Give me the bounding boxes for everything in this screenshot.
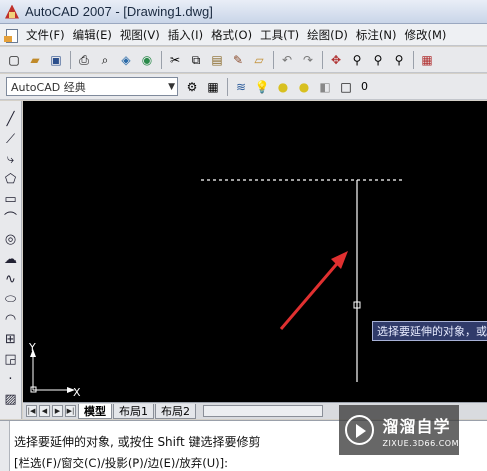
- workspace-value: AutoCAD 经典: [11, 80, 86, 94]
- insert-block-icon[interactable]: ⊞: [2, 329, 20, 349]
- zoom-window-icon[interactable]: ⚲: [370, 52, 386, 68]
- plot-icon[interactable]: ⎙: [76, 52, 92, 68]
- tab-model[interactable]: 模型: [78, 403, 112, 419]
- watermark: 溜溜自学 ZIXUE.3D66.COM: [339, 405, 459, 455]
- title-bar: AutoCAD 2007 - [Drawing1.dwg]: [0, 0, 487, 24]
- ellipse-icon[interactable]: ⬭: [2, 289, 20, 309]
- polygon-icon[interactable]: ⬠: [2, 169, 20, 189]
- chevron-down-icon[interactable]: ▼: [168, 82, 175, 92]
- toolbar-separator: [413, 50, 414, 69]
- command-history-line: 选择要延伸的对象, 或按住 Shift 键选择要修剪: [14, 435, 261, 449]
- play-logo-icon: [345, 415, 375, 445]
- undo-icon[interactable]: ↶: [279, 52, 295, 68]
- spline-icon[interactable]: ∿: [2, 269, 20, 289]
- my-workspace-icon[interactable]: ▦: [205, 79, 221, 95]
- command-tooltip: 选择要延伸的对象，或: [372, 321, 487, 341]
- paste-icon[interactable]: ▤: [209, 52, 225, 68]
- document-icon[interactable]: [4, 28, 18, 43]
- standard-toolbar: ▢ ▰ ▣ ⎙ ⌕ ◈ ◉ ✂ ⧉ ▤ ✎ ▱ ↶ ↷ ✥ ⚲ ⚲ ⚲ ▦: [0, 47, 487, 73]
- ucs-x-label: X: [73, 386, 81, 399]
- ellipse-arc-icon[interactable]: ◠: [2, 309, 20, 329]
- circle-icon[interactable]: ◎: [2, 229, 20, 249]
- menu-format[interactable]: 格式(O): [207, 27, 256, 43]
- autocad-logo-icon: [4, 4, 20, 20]
- polyline-icon[interactable]: ⤷: [2, 149, 20, 169]
- draw-toolbar: ╱ ⟋ ⤷ ⬠ ▭ ⌒ ◎ ☁ ∿ ⬭ ◠ ⊞ ◲ · ▨: [0, 101, 22, 419]
- canvas-drawing: [30, 179, 405, 393]
- toolbar-separator: [70, 50, 71, 69]
- 3d-dwf-icon[interactable]: ◉: [139, 52, 155, 68]
- pan-icon[interactable]: ✥: [328, 52, 344, 68]
- menu-insert[interactable]: 插入(I): [164, 27, 207, 43]
- drawing-canvas[interactable]: 选择要延伸的对象，或 Y X: [23, 101, 487, 402]
- block-editor-icon[interactable]: ▱: [251, 52, 267, 68]
- save-icon[interactable]: ▣: [48, 52, 64, 68]
- layer-plot-icon[interactable]: ◧: [317, 79, 333, 95]
- ucs-y-label: Y: [29, 341, 36, 354]
- publish-icon[interactable]: ◈: [118, 52, 134, 68]
- properties-icon[interactable]: ▦: [419, 52, 435, 68]
- layer-freeze-icon[interactable]: ●: [275, 79, 291, 95]
- copy-icon[interactable]: ⧉: [188, 52, 204, 68]
- menu-bar: 文件(F) 编辑(E) 视图(V) 插入(I) 格式(O) 工具(T) 绘图(D…: [0, 24, 487, 46]
- tab-layout1[interactable]: 布局1: [113, 403, 154, 419]
- make-block-icon[interactable]: ◲: [2, 349, 20, 369]
- workspace-dropdown[interactable]: AutoCAD 经典 ▼: [6, 77, 178, 96]
- redo-icon[interactable]: ↷: [300, 52, 316, 68]
- toolbar-separator: [227, 77, 228, 96]
- point-icon[interactable]: ·: [2, 369, 20, 389]
- zoom-realtime-icon[interactable]: ⚲: [349, 52, 365, 68]
- layer-on-icon[interactable]: 💡: [254, 79, 270, 95]
- hatch-icon[interactable]: ▨: [2, 389, 20, 409]
- menu-draw[interactable]: 绘图(D): [303, 27, 352, 43]
- watermark-subtitle: ZIXUE.3D66.COM: [382, 438, 459, 448]
- layer-value[interactable]: 0: [361, 80, 368, 93]
- first-tab-icon[interactable]: |◀: [26, 405, 37, 417]
- line-icon[interactable]: ╱: [2, 109, 20, 129]
- layer-manager-icon[interactable]: ≋: [233, 79, 249, 95]
- match-properties-icon[interactable]: ✎: [230, 52, 246, 68]
- command-window-grip[interactable]: [0, 421, 10, 471]
- construction-line-icon[interactable]: ⟋: [2, 129, 20, 149]
- workspace-settings-icon[interactable]: ⚙: [184, 79, 200, 95]
- open-icon[interactable]: ▰: [27, 52, 43, 68]
- command-prompt-line[interactable]: [栏选(F)/窗交(C)/投影(P)/边(E)/放弃(U)]:: [14, 455, 228, 471]
- layer-lock-icon[interactable]: ●: [296, 79, 312, 95]
- toolbar-separator: [161, 50, 162, 69]
- menu-file[interactable]: 文件(F): [22, 27, 69, 43]
- zoom-previous-icon[interactable]: ⚲: [391, 52, 407, 68]
- prev-tab-icon[interactable]: ◀: [39, 405, 50, 417]
- rectangle-icon[interactable]: ▭: [2, 189, 20, 209]
- toolbar-separator: [273, 50, 274, 69]
- tab-layout2[interactable]: 布局2: [155, 403, 196, 419]
- cut-icon[interactable]: ✂: [167, 52, 183, 68]
- menu-edit[interactable]: 编辑(E): [69, 27, 116, 43]
- new-icon[interactable]: ▢: [6, 52, 22, 68]
- red-arrow-shaft: [279, 258, 343, 330]
- menu-modify[interactable]: 修改(M): [401, 27, 451, 43]
- menu-view[interactable]: 视图(V): [116, 27, 164, 43]
- window-title: AutoCAD 2007 - [Drawing1.dwg]: [25, 4, 213, 19]
- layer-color-icon[interactable]: □: [338, 79, 354, 95]
- revision-cloud-icon[interactable]: ☁: [2, 249, 20, 269]
- workspace-layer-toolbar: AutoCAD 经典 ▼ ⚙ ▦ ≋ 💡 ● ● ◧ □ 0: [0, 74, 487, 100]
- toolbar-separator: [322, 50, 323, 69]
- plot-preview-icon[interactable]: ⌕: [97, 52, 113, 68]
- watermark-text: 溜溜自学 ZIXUE.3D66.COM: [382, 413, 459, 448]
- horizontal-scrollbar[interactable]: [203, 405, 323, 417]
- menu-tools[interactable]: 工具(T): [256, 27, 303, 43]
- watermark-title: 溜溜自学: [382, 416, 451, 436]
- last-tab-icon[interactable]: ▶|: [65, 405, 76, 417]
- next-tab-icon[interactable]: ▶: [52, 405, 63, 417]
- arc-icon[interactable]: ⌒: [2, 209, 20, 229]
- menu-dimension[interactable]: 标注(N): [352, 27, 401, 43]
